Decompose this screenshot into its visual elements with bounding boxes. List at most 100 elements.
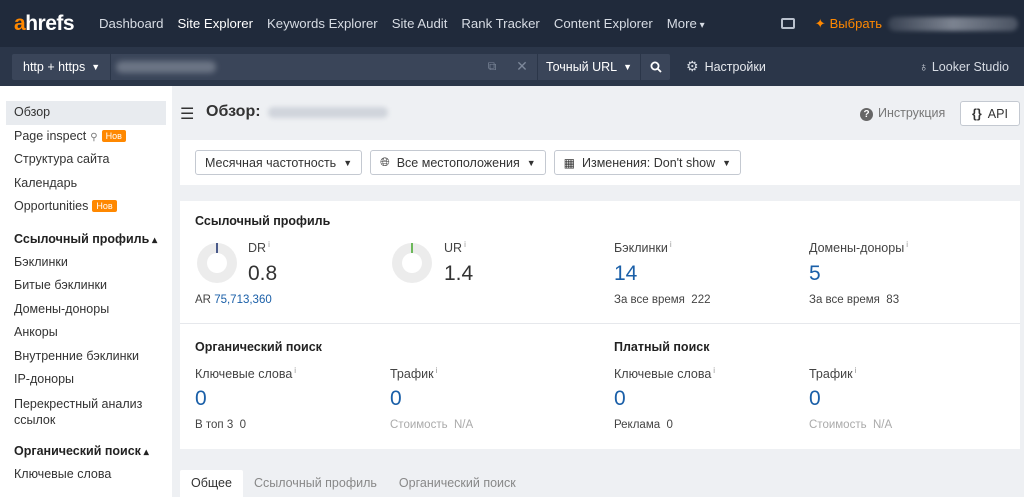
sidebar-item-calendar[interactable]: Календарь [0,172,172,196]
info-icon[interactable]: i [855,366,857,375]
organic-top3: В топ 3 0 [195,419,247,431]
calendar-icon: ▦ [563,155,575,170]
top-navigation-bar: ahrefs Dashboard Site Explorer Keywords … [0,0,1024,47]
dr-marker [216,243,218,253]
sidebar-item-referring-domains[interactable]: Домены-доноры [0,298,172,322]
paid-traffic-value[interactable]: 0 [809,387,821,411]
search-button[interactable] [640,53,670,80]
tab-backlink-profile[interactable]: Ссылочный профиль [243,470,388,497]
nav-keywords-explorer[interactable]: Keywords Explorer [267,16,378,31]
info-icon[interactable]: i [436,366,438,375]
dr-donut [197,243,237,283]
info-icon[interactable]: i [670,240,672,249]
question-icon: ? [860,108,873,121]
organic-keywords-value[interactable]: 0 [195,387,207,411]
organic-keywords-label: Ключевые слова i [195,366,297,382]
menu-icon[interactable]: ☰ [180,104,194,124]
sidebar-item-organic-keywords[interactable]: Ключевые слова [0,463,172,487]
filters-bar: Месячная частотность ▼ 🌐︎ Все местоположен… [180,140,1020,185]
main-nav: Dashboard Site Explorer Keywords Explore… [99,16,719,31]
looker-studio-link[interactable]: ♁ Looker Studio [919,60,1009,74]
overview-card: Ссылочный профиль DR i 0.8 AR 75,713,360 … [180,201,1020,449]
chart-icon: ♁ [919,59,932,74]
paid-keywords-value[interactable]: 0 [614,387,626,411]
account-menu[interactable] [888,16,1018,31]
target-url-input[interactable]: ⧉ ✕ [110,53,537,80]
location-dropdown[interactable]: 🌐︎ Все местоположения ▼ [370,150,546,175]
sidebar-item-opportunities[interactable]: Opportunities Нов [0,195,172,219]
dr-label: DR i [248,240,270,256]
sidebar-item-broken-backlinks[interactable]: Битые бэклинки [0,274,172,298]
paid-keywords-label: Ключевые слова i [614,366,716,382]
ahrefs-logo[interactable]: ahrefs [14,12,94,36]
info-icon[interactable]: i [464,240,466,249]
ar-value[interactable]: 75,713,360 [214,294,272,306]
sidebar: Обзор Page inspect ⚲ Нов Структура сайта К… [0,86,172,497]
chevron-down-icon: ▼ [722,157,732,168]
sidebar-item-page-inspect[interactable]: Page inspect ⚲ Нов [0,125,172,149]
sidebar-item-internal-backlinks[interactable]: Внутренние бэклинки [0,345,172,369]
paid-traffic-label: Трафик i [809,366,857,382]
new-badge: Нов [101,129,126,142]
ur-marker [411,243,413,253]
organic-search-title: Органический поиск [195,340,322,354]
ur-value: 1.4 [444,262,474,285]
info-icon[interactable]: i [294,366,296,375]
organic-traffic-value[interactable]: 0 [390,387,402,411]
changes-dropdown[interactable]: ▦ Изменения: Don't show ▼ [553,150,742,175]
nav-rank-tracker[interactable]: Rank Tracker [461,16,539,31]
info-icon[interactable]: i [713,366,715,375]
paid-traffic-cost: Стоимость N/A [809,419,893,431]
sidebar-section-organic-search[interactable]: Органический поиск [0,439,172,463]
sidebar-item-backlinks[interactable]: Бэклинки [0,251,172,275]
sparkle-icon: ✦ [814,15,826,31]
braces-icon: {} [972,106,982,121]
nav-dashboard[interactable]: Dashboard [99,16,164,31]
url-value [116,60,216,73]
sidebar-item-referring-ips[interactable]: IP-доноры [0,368,172,392]
sidebar-item-overview[interactable]: Обзор [6,101,166,125]
sidebar-item-link-intersect[interactable]: Перекрестный анализ ссылок [0,392,172,431]
api-button[interactable]: {} API [960,101,1020,126]
backlinks-label: Бэклинки i [614,240,672,256]
protocol-select[interactable]: http + https ▼ [12,53,110,80]
nav-site-explorer[interactable]: Site Explorer [178,16,254,31]
tab-organic-search[interactable]: Органический поиск [388,470,527,497]
chevron-down-icon: ▼ [91,61,101,72]
settings-button[interactable]: Настройки [705,60,766,74]
backlinks-value[interactable]: 14 [614,262,637,286]
nav-more-menu[interactable]: More [667,16,705,31]
referring-domains-value[interactable]: 5 [809,262,821,286]
nav-content-explorer[interactable]: Content Explorer [554,16,653,31]
sidebar-item-structure[interactable]: Структура сайта [0,148,172,172]
help-link[interactable]: ? Инструкция [860,106,945,121]
info-icon[interactable]: i [906,240,908,249]
gear-icon[interactable]: ⚙ [686,58,699,75]
dr-value: 0.8 [248,262,278,285]
chevron-down-icon: ▼ [623,61,633,72]
bottom-tabs: Общее Ссылочный профиль Органический пои… [180,470,527,497]
page-title-target [268,107,388,118]
chevron-down-icon: ▼ [526,157,536,168]
mode-select[interactable]: Точный URL ▼ [537,53,640,80]
organic-traffic-label: Трафик i [390,366,438,382]
url-bar: http + https ▼ ⧉ ✕ Точный URL ▼ ⚙ Настройк… [0,47,1024,86]
referring-domains-all-time: За все время 83 [809,294,900,306]
ur-donut [392,243,432,283]
info-icon[interactable]: i [268,240,270,249]
choose-plan-link[interactable]: Выбрать [830,16,882,31]
nav-right-group: ✦ Выбрать [780,0,1024,47]
frequency-dropdown[interactable]: Месячная частотность ▼ [195,150,363,175]
close-icon[interactable]: ✕ [507,58,537,75]
page-title: Обзор: [206,103,261,120]
globe-icon: 🌐︎ [380,155,390,169]
external-link-icon[interactable]: ⧉ [477,59,507,74]
nav-site-audit[interactable]: Site Audit [392,16,448,31]
search-icon: ⚲ [90,131,98,143]
sidebar-section-backlink-profile[interactable]: Ссылочный профиль [0,227,172,251]
tab-general[interactable]: Общее [180,470,243,497]
backlink-profile-title: Ссылочный профиль [195,214,331,228]
ur-label: UR i [444,240,466,256]
monitor-icon[interactable] [780,18,795,29]
sidebar-item-anchors[interactable]: Анкоры [0,321,172,345]
